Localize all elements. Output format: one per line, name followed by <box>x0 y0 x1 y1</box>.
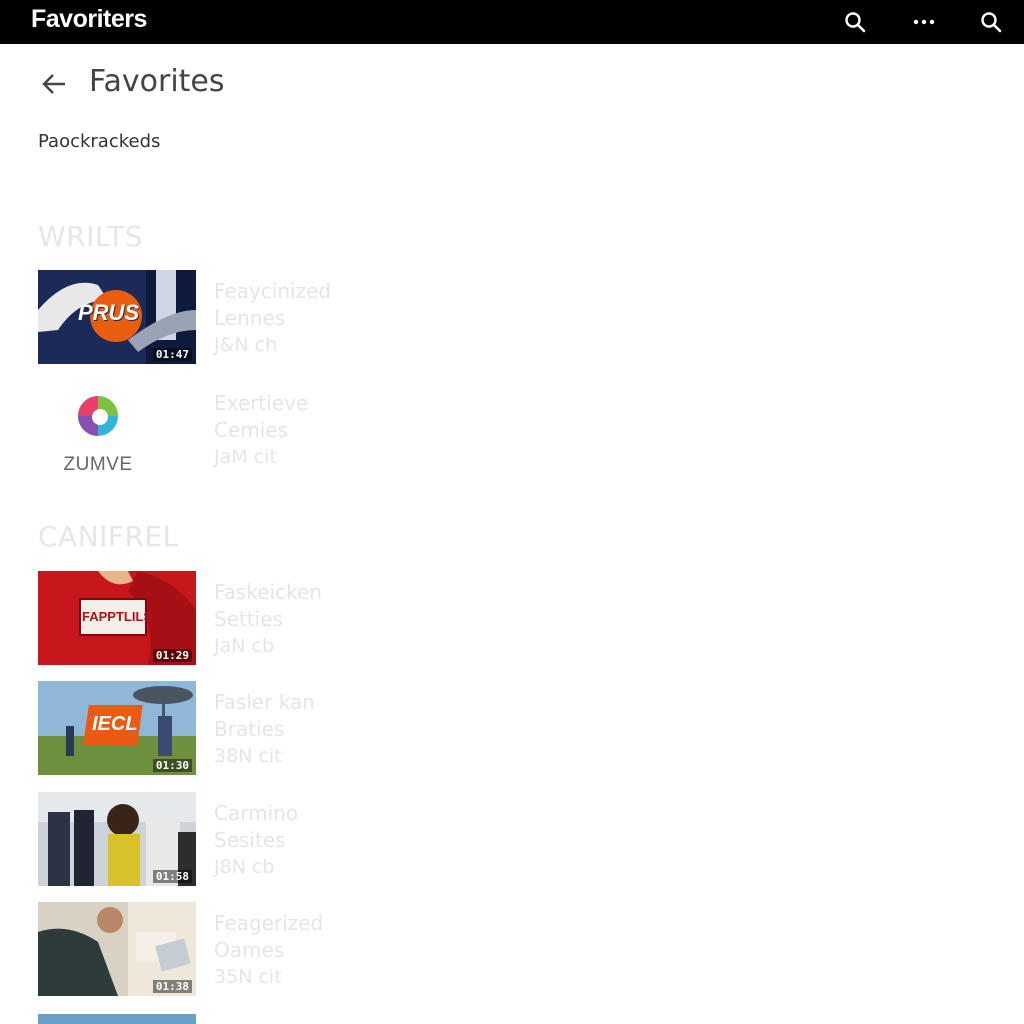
item-title: Faskeicken <box>214 580 322 604</box>
duration-badge: 01:58 <box>152 870 192 883</box>
item-meta: Faskeicken Setties JaN cb <box>214 579 322 660</box>
item-meta: Exertieve Cemies JaM cit <box>214 390 308 471</box>
thumbnail-text: IECL <box>92 713 138 735</box>
duration-badge: 01:47 <box>152 348 192 361</box>
item-info: 38N cit <box>214 745 282 767</box>
item-meta: Carmino Sesites J8N cb <box>214 800 298 881</box>
app-title: Favoriters <box>31 5 147 33</box>
item-info: J8N cb <box>214 856 275 878</box>
item-subtitle: Sesites <box>214 828 286 852</box>
channel-logo[interactable]: ZUMVE <box>38 382 196 476</box>
item-info: J&N ch <box>214 334 278 356</box>
duration-badge: 01:29 <box>152 649 192 662</box>
video-thumbnail[interactable]: 01:38 <box>38 902 196 996</box>
top-bar: Favoriters <box>0 0 1024 44</box>
list-item[interactable]: PRUS 01:47 Feaycinized Lennes J&N ch <box>38 270 638 366</box>
item-info: 35N cit <box>214 966 282 988</box>
subheader: Paockrackeds <box>38 131 161 152</box>
section-title: CANIFREL <box>38 520 179 553</box>
list-item[interactable]: FAPPTLILS 01:29 Faskeicken Setties JaN c… <box>38 571 638 667</box>
duration-badge: 01:30 <box>152 759 192 772</box>
duration-badge: 01:38 <box>152 980 192 993</box>
list-item[interactable]: ZUMVE Exertieve Cemies JaM cit <box>38 382 638 478</box>
item-subtitle: Lennes <box>214 306 286 330</box>
thumbnail-text: FAPPTLILS <box>82 609 153 624</box>
logo-text: ZUMVE <box>63 454 133 475</box>
list-item[interactable]: IECL 01:30 Fasler kan Braties 38N cit <box>38 681 638 777</box>
item-title: Fasler kan <box>214 690 315 714</box>
item-title: Feagerized <box>214 911 324 935</box>
item-title: Carmino <box>214 801 299 825</box>
section-title: WRILTS <box>38 220 144 253</box>
item-subtitle: Cemies <box>214 418 289 442</box>
item-title: Feaycinized <box>214 279 332 303</box>
item-info: JaN cb <box>214 635 275 657</box>
video-thumbnail[interactable]: IECL 01:30 <box>38 681 196 775</box>
list-item[interactable]: 01:58 Carmino Sesites J8N cb <box>38 792 638 888</box>
search-icon[interactable] <box>980 11 1002 33</box>
search-icon[interactable] <box>844 11 866 33</box>
back-arrow-icon[interactable] <box>40 70 68 98</box>
video-thumbnail[interactable]: FAPPTLILS 01:29 <box>38 571 196 665</box>
item-subtitle: Oames <box>214 938 285 962</box>
video-thumbnail[interactable]: 01:58 <box>38 792 196 886</box>
list-item[interactable]: 01:38 Feagerized Oames 35N cit <box>38 902 638 998</box>
item-subtitle: Braties <box>214 717 285 741</box>
more-icon[interactable] <box>913 11 935 33</box>
item-title: Exertieve <box>214 391 309 415</box>
item-info: JaM cit <box>214 446 277 468</box>
thumbnail-text: PRUS <box>78 300 140 325</box>
item-meta: Feagerized Oames 35N cit <box>214 910 323 991</box>
video-thumbnail[interactable] <box>38 1014 196 1024</box>
item-subtitle: Setties <box>214 607 283 631</box>
page-title: Favorites <box>89 64 225 99</box>
item-meta: Fasler kan Braties 38N cit <box>214 689 315 770</box>
video-thumbnail[interactable]: PRUS 01:47 <box>38 270 196 364</box>
item-meta: Feaycinized Lennes J&N ch <box>214 278 331 359</box>
